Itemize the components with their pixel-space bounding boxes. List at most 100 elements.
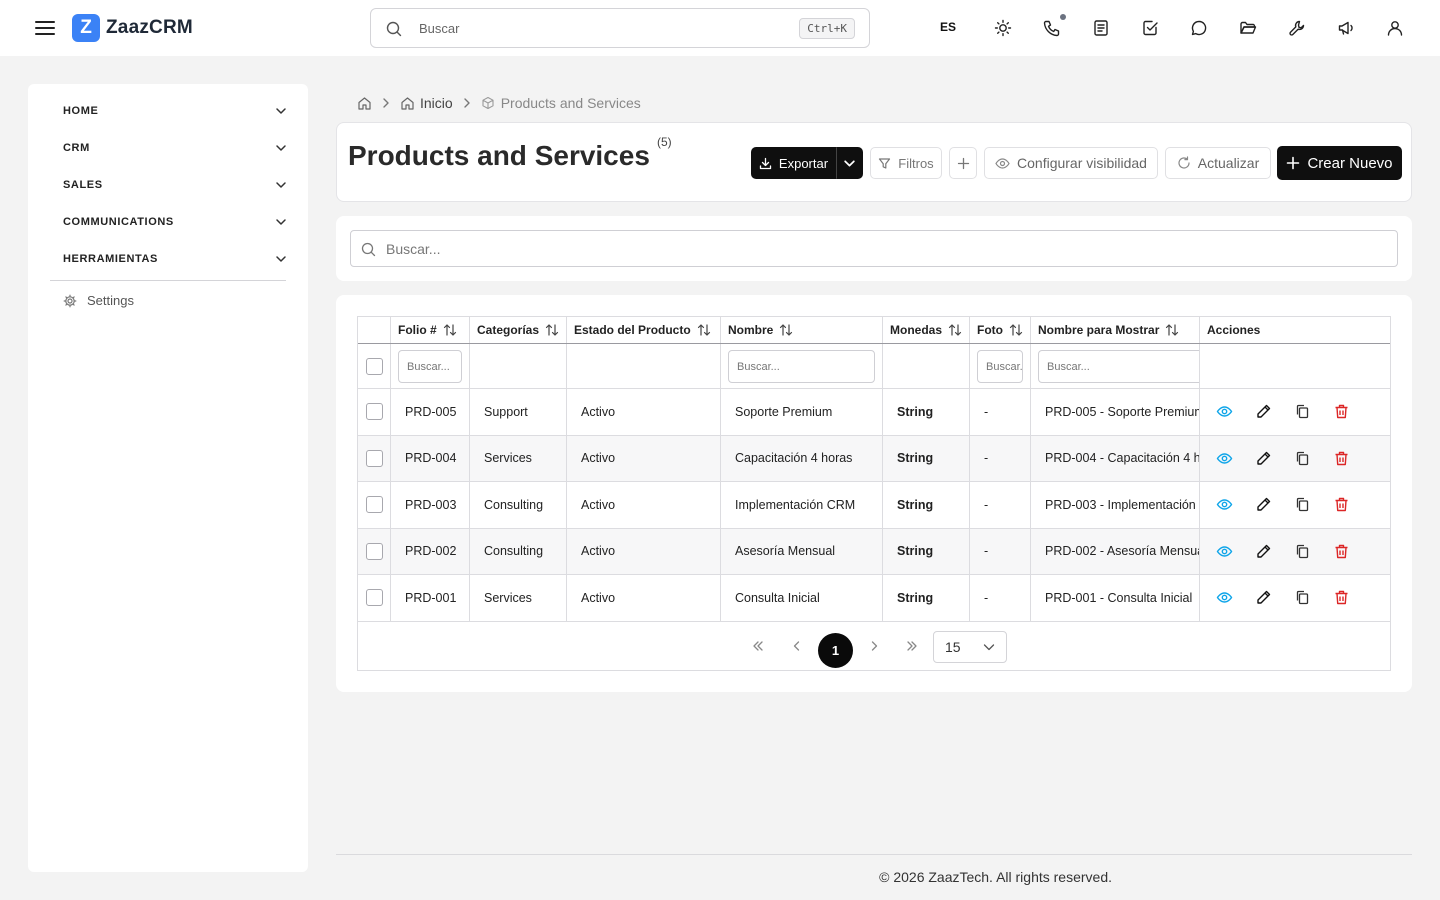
filters-button[interactable]: Filtros xyxy=(870,147,942,179)
row-select-cell xyxy=(358,575,391,621)
edit-icon[interactable] xyxy=(1254,542,1272,560)
sidebar-group-herramientas[interactable]: HERRAMIENTAS xyxy=(63,247,287,271)
view-icon[interactable] xyxy=(1215,542,1233,560)
column-header-foto[interactable]: Foto xyxy=(970,317,1031,343)
table-search-input[interactable] xyxy=(386,240,1366,258)
add-filter-button[interactable] xyxy=(949,147,977,179)
global-search-input[interactable] xyxy=(419,18,779,38)
refresh-icon xyxy=(1178,156,1190,169)
duplicate-icon[interactable] xyxy=(1293,449,1311,467)
column-header-monedas[interactable]: Monedas xyxy=(883,317,970,343)
filter-nombre-input[interactable] xyxy=(728,350,875,383)
logo-mark: Z xyxy=(72,14,100,42)
edit-icon[interactable] xyxy=(1254,589,1272,607)
first-page-icon[interactable] xyxy=(744,632,772,660)
wrench-icon[interactable] xyxy=(1285,16,1309,40)
delete-icon[interactable] xyxy=(1332,496,1350,514)
sort-icon[interactable] xyxy=(948,323,962,337)
hamburger-menu-icon[interactable] xyxy=(34,17,56,39)
next-page-icon[interactable] xyxy=(860,632,888,660)
breadcrumb-home[interactable]: Inicio xyxy=(400,95,453,111)
refresh-button[interactable]: Actualizar xyxy=(1165,147,1271,179)
configure-visibility-button[interactable]: Configurar visibilidad xyxy=(984,147,1158,179)
sort-icon[interactable] xyxy=(545,323,559,337)
row-checkbox[interactable] xyxy=(365,542,383,560)
language-selector[interactable]: ES xyxy=(940,20,956,34)
column-header-label: Estado del Producto xyxy=(574,323,691,337)
column-header-nombre-mostrar[interactable]: Nombre para Mostrar xyxy=(1031,317,1200,343)
sort-icon[interactable] xyxy=(1165,323,1179,337)
home-icon[interactable] xyxy=(357,96,372,111)
sidebar-group-crm[interactable]: CRM xyxy=(63,136,287,160)
view-icon[interactable] xyxy=(1215,589,1233,607)
create-new-label: Crear Nuevo xyxy=(1307,154,1393,172)
column-header-estado[interactable]: Estado del Producto xyxy=(567,317,721,343)
filter-cell-monedas xyxy=(883,344,970,388)
tasks-icon[interactable] xyxy=(1138,16,1162,40)
chevron-right-icon xyxy=(463,98,470,108)
notes-icon[interactable] xyxy=(1089,16,1113,40)
cell-moneda: String xyxy=(883,528,970,574)
filter-folio-input[interactable] xyxy=(398,350,462,383)
view-icon[interactable] xyxy=(1215,403,1233,421)
duplicate-icon[interactable] xyxy=(1293,496,1311,514)
delete-icon[interactable] xyxy=(1332,589,1350,607)
duplicate-icon[interactable] xyxy=(1293,542,1311,560)
top-bar: Z ZaazCRM Ctrl+K ES xyxy=(0,0,1440,56)
sort-icon[interactable] xyxy=(779,323,793,337)
table-card: Folio # Categorías Estado del Producto N… xyxy=(336,295,1412,692)
current-page-button[interactable]: 1 xyxy=(818,633,853,668)
megaphone-icon[interactable] xyxy=(1334,16,1358,40)
breadcrumb-current-label: Products and Services xyxy=(500,95,641,111)
visibility-label: Configurar visibilidad xyxy=(1017,155,1147,171)
sort-icon[interactable] xyxy=(1009,323,1023,337)
view-icon[interactable] xyxy=(1215,449,1233,467)
column-header-folio[interactable]: Folio # xyxy=(391,317,470,343)
filter-icon xyxy=(879,157,891,169)
table-search-box[interactable] xyxy=(350,230,1398,267)
chevron-right-icon xyxy=(383,98,389,108)
sidebar-group-communications[interactable]: COMMUNICATIONS xyxy=(63,210,287,234)
sidebar-item-settings[interactable]: Settings xyxy=(63,293,134,308)
row-checkbox[interactable] xyxy=(365,589,383,607)
row-checkbox[interactable] xyxy=(365,403,383,421)
row-checkbox[interactable] xyxy=(365,496,383,514)
row-checkbox[interactable] xyxy=(365,449,383,467)
cube-icon xyxy=(482,96,494,110)
last-page-icon[interactable] xyxy=(898,632,926,660)
delete-icon[interactable] xyxy=(1332,542,1350,560)
previous-page-icon[interactable] xyxy=(783,632,811,660)
sidebar-group-home[interactable]: HOME xyxy=(63,99,287,123)
create-new-button[interactable]: Crear Nuevo xyxy=(1277,146,1402,180)
select-all-checkbox[interactable] xyxy=(365,357,383,375)
edit-icon[interactable] xyxy=(1254,403,1272,421)
sun-icon[interactable] xyxy=(991,16,1015,40)
export-dropdown-button[interactable] xyxy=(836,147,863,179)
delete-icon[interactable] xyxy=(1332,449,1350,467)
filter-nombre-mostrar-input[interactable] xyxy=(1038,350,1199,383)
filter-foto-input[interactable] xyxy=(977,350,1023,383)
sidebar-group-sales[interactable]: SALES xyxy=(63,173,287,197)
column-header-categorias[interactable]: Categorías xyxy=(470,317,567,343)
sort-icon[interactable] xyxy=(697,323,711,337)
page-size-select[interactable]: 15 xyxy=(933,631,1007,663)
table-row: PRD-004 Services Activo Capacitación 4 h… xyxy=(358,435,1390,482)
duplicate-icon[interactable] xyxy=(1293,403,1311,421)
export-button[interactable]: Exportar xyxy=(751,147,836,179)
app-logo[interactable]: Z ZaazCRM xyxy=(72,14,193,42)
column-header-nombre[interactable]: Nombre xyxy=(721,317,883,343)
edit-icon[interactable] xyxy=(1254,496,1272,514)
chat-icon[interactable] xyxy=(1187,16,1211,40)
chevron-down-icon xyxy=(844,159,855,167)
sort-icon[interactable] xyxy=(443,323,457,337)
cell-moneda: String xyxy=(883,575,970,621)
delete-icon[interactable] xyxy=(1332,403,1350,421)
edit-icon[interactable] xyxy=(1254,449,1272,467)
duplicate-icon[interactable] xyxy=(1293,589,1311,607)
global-search-box[interactable]: Ctrl+K xyxy=(370,8,870,48)
view-icon[interactable] xyxy=(1215,496,1233,514)
phone-icon[interactable] xyxy=(1040,16,1064,40)
folder-icon[interactable] xyxy=(1236,16,1260,40)
cell-foto: - xyxy=(970,435,1031,481)
user-icon[interactable] xyxy=(1383,16,1407,40)
